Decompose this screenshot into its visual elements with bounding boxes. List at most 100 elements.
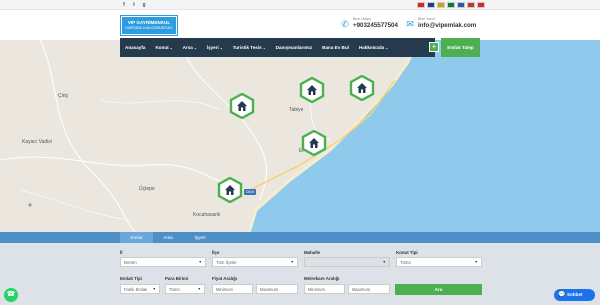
nav-item-0[interactable]: Anasayfa: [125, 45, 145, 50]
chevron-down-icon: ▼: [198, 260, 202, 264]
email-contact[interactable]: ✉ Bize Yazın info@vipemlak.com: [405, 17, 476, 30]
il-value: Mersin: [124, 260, 137, 265]
ilce-label: İlçe: [212, 250, 220, 255]
flag-sa-icon[interactable]: [447, 2, 455, 8]
metrekare-min-input[interactable]: Minimum: [304, 284, 345, 294]
flag-gb-icon[interactable]: [427, 2, 435, 8]
envelope-icon: ✉: [406, 18, 414, 29]
nav-item-7[interactable]: Hakkımızda⌄: [359, 45, 388, 50]
property-pin[interactable]: [301, 130, 327, 156]
flag-ru-icon[interactable]: [457, 2, 465, 8]
flag-tr-icon[interactable]: [417, 2, 425, 8]
konut-tipi-select[interactable]: Tümü ▼: [396, 257, 482, 267]
map-canvas: [0, 40, 600, 236]
house-icon: [307, 85, 317, 95]
chevron-down-icon: ⌄: [385, 46, 389, 50]
chat-button[interactable]: 💬 Sohbet: [554, 289, 595, 301]
mahalle-label: Mahalle: [304, 250, 321, 255]
search-button[interactable]: Ara: [395, 284, 482, 295]
nav-item-5[interactable]: Danışmanlarımız: [276, 45, 313, 50]
map-label-kayaci-vadisi: Kayacı Vadisi: [22, 139, 52, 145]
para-birimi-select[interactable]: Tümü ▼: [165, 284, 205, 294]
house-icon: [237, 101, 247, 111]
social-links: f t g: [121, 2, 147, 8]
logo-line2: HARİTADA İLAN GÖRÜNTÜLE: [125, 26, 173, 30]
property-map[interactable]: Çiriş Tabiye Kayacı Vadisi Üçtepe Kocaha…: [0, 40, 600, 236]
mahalle-select[interactable]: ▼: [304, 257, 390, 267]
site-logo[interactable]: VIP GAYRİMENKUL HARİTADA İLAN GÖRÜNTÜLE: [120, 15, 178, 36]
fiyat-label: Fiyat Aralığı: [212, 276, 237, 281]
il-select[interactable]: Mersin ▼: [120, 257, 206, 267]
tab-isyeri[interactable]: İşyeri: [185, 232, 215, 243]
emlak-tipi-value: Farklı Emlak: [124, 287, 148, 292]
map-label-tabiye: Tabiye: [289, 107, 304, 113]
il-label: İl: [120, 250, 123, 255]
flag-de-icon[interactable]: [437, 2, 445, 8]
nav-item-label: Hakkımızda: [358, 45, 385, 50]
emlak-tipi-label: Emlak Tipi: [120, 276, 142, 281]
whatsapp-icon[interactable]: ☎: [4, 288, 18, 302]
map-label-kocahasanli: Kocahasanlı: [193, 212, 221, 218]
property-pin[interactable]: [349, 75, 375, 101]
house-icon: [357, 83, 367, 93]
chevron-down-icon: ▼: [382, 260, 386, 264]
metrekare-max-input[interactable]: Maximum: [348, 284, 390, 294]
tab-konut[interactable]: Konut: [120, 232, 153, 243]
search-tabs: [0, 232, 600, 243]
chevron-down-icon: ▼: [474, 260, 478, 264]
fiyat-min-input[interactable]: Minimum: [212, 284, 253, 294]
top-bar: f t g: [0, 0, 600, 10]
property-request-button[interactable]: Emlak Talep: [441, 38, 480, 57]
nav-item-6[interactable]: Bana Ev Bul: [322, 45, 349, 50]
chevron-down-icon: ▼: [152, 287, 156, 291]
nav-item-label: Arsa: [182, 45, 193, 50]
logo-line1: VIP GAYRİMENKUL: [127, 20, 171, 25]
phone-contact[interactable]: ✆ Bize Ulaşın +903245577504: [340, 17, 398, 30]
fiyat-max-input[interactable]: Maximum: [256, 284, 298, 294]
emlak-tipi-select[interactable]: Farklı Emlak ▼: [120, 284, 160, 294]
phone-value: +903245577504: [353, 22, 398, 29]
header: VIP GAYRİMENKUL HARİTADA İLAN GÖRÜNTÜLE …: [0, 10, 600, 40]
nav-item-4[interactable]: Turistik Tesis⌄: [233, 45, 266, 50]
konut-tipi-value: Tümü: [400, 260, 411, 265]
nav-item-label: Anasayfa: [125, 45, 146, 50]
email-value: info@vipemlak.com: [418, 22, 477, 29]
nav-item-label: Bana Ev Bul: [322, 45, 349, 50]
ilce-select[interactable]: Tüm İlçeler ▼: [212, 257, 298, 267]
nav-item-label: İşyeri: [206, 45, 219, 50]
google-plus-icon[interactable]: g: [141, 2, 147, 8]
house-icon: [309, 138, 319, 148]
chevron-down-icon: ▼: [197, 287, 201, 291]
para-birimi-value: Tümü: [169, 287, 180, 292]
main-nav: Anasayfa Konut⌄ Arsa⌄ İşyeri⌄ Turistik Tesis…: [120, 38, 435, 57]
tab-arsa[interactable]: Arsa: [155, 232, 181, 243]
nav-item-label: Konut: [155, 45, 169, 50]
plus-icon[interactable]: +: [429, 42, 439, 52]
chevron-down-icon: ⌄: [193, 46, 197, 50]
search-panel: [0, 243, 600, 305]
map-label-ciris: Çiriş: [58, 93, 68, 99]
para-birimi-label: Para Birimi: [165, 276, 189, 281]
chevron-down-icon: ⌄: [219, 46, 223, 50]
chevron-down-icon: ⌄: [169, 46, 173, 50]
metrekare-label: Metrekare Aralığı: [304, 276, 340, 281]
flag-nl-icon[interactable]: [467, 2, 475, 8]
phone-icon: ✆: [341, 18, 349, 29]
chat-label: Sohbet: [567, 292, 583, 297]
road-sign-d400: D400: [246, 190, 255, 194]
flag-ru2-icon[interactable]: [477, 2, 485, 8]
property-pin[interactable]: [229, 93, 255, 119]
facebook-icon[interactable]: f: [121, 2, 127, 8]
nav-item-label: Turistik Tesis: [232, 45, 262, 50]
ilce-value: Tüm İlçeler: [216, 260, 237, 265]
twitter-icon[interactable]: t: [131, 2, 137, 8]
chevron-down-icon: ▼: [290, 260, 294, 264]
map-label-uctepe: Üçtepe: [139, 186, 155, 192]
property-pin[interactable]: [217, 177, 243, 203]
nav-item-label: Danışmanlarımız: [275, 45, 313, 50]
nav-item-3[interactable]: İşyeri⌄: [207, 45, 223, 50]
nav-item-1[interactable]: Konut⌄: [155, 45, 172, 50]
property-pin[interactable]: [299, 77, 325, 103]
nav-item-2[interactable]: Arsa⌄: [183, 45, 197, 50]
chat-bubble-icon: 💬: [558, 292, 566, 298]
